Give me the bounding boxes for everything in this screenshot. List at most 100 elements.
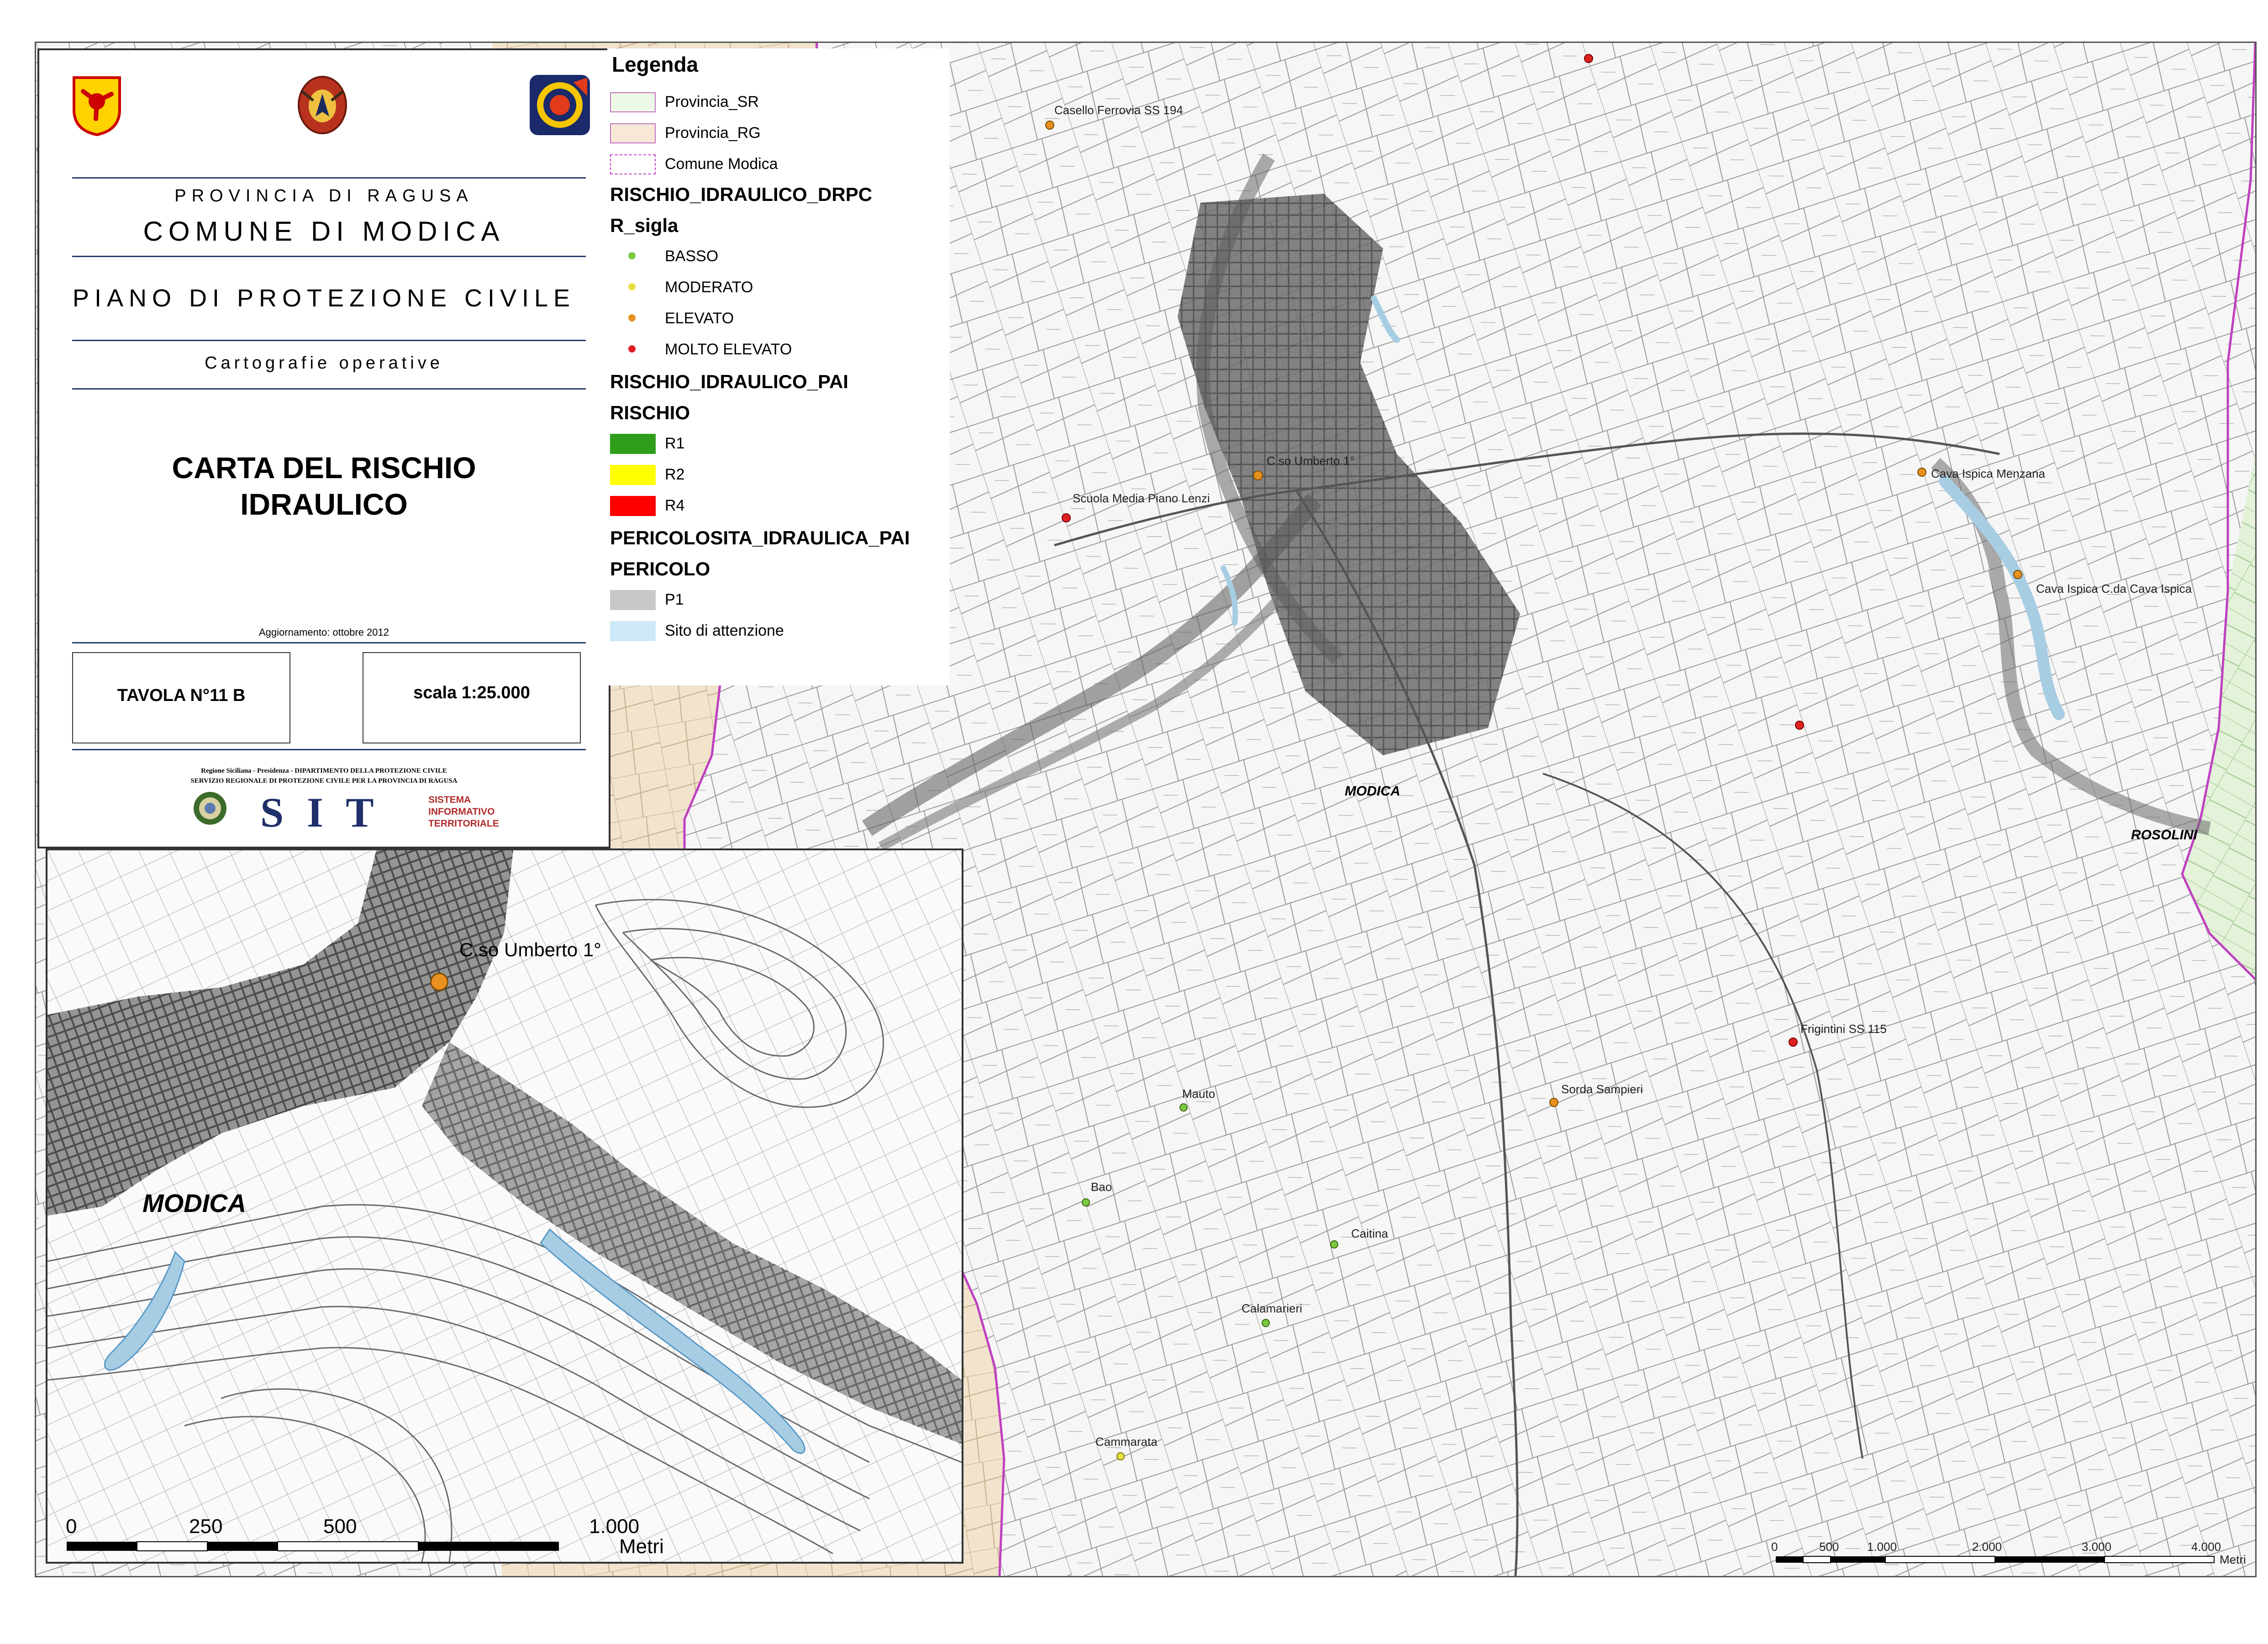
legend-label-r4: R4 bbox=[665, 497, 685, 514]
legend-swatch-sito-attenzione bbox=[610, 621, 656, 641]
point-label-cammarata: Cammarata bbox=[1095, 1435, 1158, 1449]
point-label-piano-lenzi: Scuola Media Piano Lenzi bbox=[1073, 491, 1210, 505]
legend-label-molto-elevato: MOLTO ELEVATO bbox=[665, 341, 792, 358]
legend-section-pericolosita: PERICOLOSITA_IDRAULICA_PAI bbox=[610, 527, 910, 548]
legend-label-basso: BASSO bbox=[665, 248, 719, 265]
legend-label-p1: P1 bbox=[665, 591, 684, 608]
legend-item-r4: R4 bbox=[607, 491, 950, 519]
map-title-line-2: IDRAULICO bbox=[240, 487, 408, 521]
point-label-mauto: Mauto bbox=[1182, 1087, 1216, 1101]
legend-section-drpc: RISCHIO_IDRAULICO_DRPC bbox=[610, 184, 873, 205]
inset-scale-tick-3: 1.000 bbox=[589, 1515, 640, 1538]
legend-item-comune-modica: Comune Modica bbox=[607, 150, 950, 177]
main-scale-tick-2: 1.000 bbox=[1867, 1540, 1897, 1554]
point-label-bao: Bao bbox=[1091, 1180, 1112, 1194]
legend-label-moderato: MODERATO bbox=[665, 279, 753, 296]
legend-item-p1: P1 bbox=[607, 585, 950, 613]
legend-swatch-r2 bbox=[610, 465, 656, 485]
legend-item-provincia-rg: Provincia_RG bbox=[607, 119, 950, 146]
legend-swatch-provincia-rg bbox=[610, 123, 656, 143]
main-scale-tick-5: 4.000 bbox=[2191, 1540, 2221, 1554]
legend-label-sito-attenzione: Sito di attenzione bbox=[665, 622, 784, 639]
sit-caption-1: SISTEMA bbox=[428, 795, 471, 805]
point-marker-calamarieri[interactable] bbox=[1262, 1319, 1270, 1327]
inset-scale-tick-0: 0 bbox=[66, 1515, 77, 1538]
legend-item-r1: R1 bbox=[607, 429, 950, 457]
sit-caption-2: INFORMATIVO bbox=[428, 806, 495, 817]
legend-item-sito-attenzione: Sito di attenzione bbox=[607, 616, 950, 644]
update-date: Aggiornamento: ottobre 2012 bbox=[259, 627, 389, 638]
legend-marker-moderato bbox=[628, 283, 636, 290]
inset-scale-tick-2: 500 bbox=[323, 1515, 357, 1538]
point-marker-frigintini[interactable] bbox=[1789, 1038, 1798, 1047]
point-label-calamarieri: Calamarieri bbox=[1242, 1302, 1302, 1315]
footer-line-1: Regione Siciliana - Presidenza - DIPARTI… bbox=[201, 767, 447, 775]
scala-label: scala 1:25.000 bbox=[413, 683, 530, 702]
legend-swatch-r1 bbox=[610, 434, 656, 454]
legend-swatch-r4 bbox=[610, 496, 656, 516]
title-rule-4 bbox=[72, 388, 586, 390]
point-marker-casello[interactable] bbox=[1045, 121, 1054, 130]
title-rule-2 bbox=[72, 256, 586, 257]
comune-title: COMUNE DI MODICA bbox=[143, 216, 505, 247]
legend-swatch-p1 bbox=[610, 590, 656, 610]
legend-label-r1: R1 bbox=[665, 435, 685, 452]
point-marker-caitina[interactable] bbox=[1330, 1240, 1338, 1249]
title-panel: PROVINCIA DI RAGUSA COMUNE DI MODICA PIA… bbox=[37, 48, 610, 848]
footer-line-2: SERVIZIO REGIONALE DI PROTEZIONE CIVILE … bbox=[190, 777, 458, 785]
town-label-modica: MODICA bbox=[1345, 784, 1400, 799]
legend-section-pai: RISCHIO_IDRAULICO_PAI bbox=[610, 371, 848, 392]
legend-marker-basso bbox=[628, 252, 636, 259]
legend-item-elevato: ELEVATO bbox=[607, 304, 950, 332]
point-label-caitina: Caitina bbox=[1351, 1227, 1388, 1240]
map-title-line-1: CARTA DEL RISCHIO bbox=[172, 451, 476, 485]
legend-label-provincia-rg: Provincia_RG bbox=[665, 124, 761, 142]
inset-scale-unit: Metri bbox=[619, 1535, 664, 1558]
point-label-frigintini: Frigintini SS 115 bbox=[1800, 1022, 1887, 1036]
inset-map[interactable]: C.so Umberto 1° MODICA 0 250 500 1.000 M… bbox=[46, 848, 963, 1564]
point-marker-east-red[interactable] bbox=[1795, 721, 1804, 730]
plan-title: PIANO DI PROTEZIONE CIVILE bbox=[72, 285, 576, 312]
inset-scale-bar bbox=[67, 1541, 559, 1551]
point-label-sorda: Sorda Sampieri bbox=[1561, 1082, 1643, 1096]
point-marker-piano-lenzi[interactable] bbox=[1062, 513, 1071, 522]
point-marker-sorda[interactable] bbox=[1549, 1098, 1558, 1107]
sit-emblem-icon bbox=[192, 790, 228, 827]
title-rule-5 bbox=[72, 642, 586, 643]
point-marker-cava-ispica-2[interactable] bbox=[2013, 570, 2022, 579]
main-scale-tick-0: 0 bbox=[1771, 1540, 1778, 1554]
point-label-casello: Casello Ferrovia SS 194 bbox=[1054, 103, 1183, 117]
inset-point-label-corso-umberto: C.so Umberto 1° bbox=[459, 939, 601, 960]
point-label-cava-ispica-2: Cava Ispica C.da Cava Ispica bbox=[2036, 582, 2192, 595]
legend-title: Legenda bbox=[612, 53, 699, 76]
title-rule-6 bbox=[72, 749, 586, 750]
inset-town-label-modica: MODICA bbox=[142, 1189, 247, 1217]
legend-marker-elevato bbox=[628, 314, 636, 321]
legend-label-elevato: ELEVATO bbox=[665, 310, 734, 327]
legend-swatch-provincia-sr bbox=[610, 92, 656, 112]
main-scale-bar bbox=[1776, 1556, 2215, 1563]
legend-item-r2: R2 bbox=[607, 460, 950, 488]
legend-swatch-comune-modica bbox=[610, 154, 656, 174]
legend-item-molto-elevato: MOLTO ELEVATO bbox=[607, 335, 950, 363]
main-scale-unit: Metri bbox=[2220, 1553, 2246, 1566]
legend-label-provincia-sr: Provincia_SR bbox=[665, 93, 759, 111]
main-scale-tick-3: 2.000 bbox=[1972, 1540, 2002, 1554]
point-label-cava-ispica-1: Cava Ispica Menzana bbox=[1931, 467, 2046, 480]
legend-label-comune-modica: Comune Modica bbox=[665, 155, 778, 173]
point-marker-top[interactable] bbox=[1584, 54, 1593, 63]
legend-field-rischio: RISCHIO bbox=[610, 402, 690, 423]
legend-field-pericolo: PERICOLO bbox=[610, 558, 710, 580]
point-marker-bao[interactable] bbox=[1082, 1198, 1090, 1207]
main-scale-tick-1: 500 bbox=[1819, 1540, 1839, 1554]
inset-scale-tick-1: 250 bbox=[189, 1515, 223, 1538]
point-marker-corso-umberto[interactable] bbox=[1253, 470, 1263, 480]
legend-label-r2: R2 bbox=[665, 466, 685, 483]
subtitle: Cartografie operative bbox=[205, 353, 443, 373]
legend-item-moderato: MODERATO bbox=[607, 273, 950, 300]
point-marker-mauto[interactable] bbox=[1179, 1103, 1188, 1112]
point-marker-cava-ispica-1[interactable] bbox=[1917, 468, 1926, 477]
inset-point-marker-corso-umberto[interactable] bbox=[430, 973, 448, 991]
point-marker-cammarata[interactable] bbox=[1116, 1452, 1125, 1460]
legend-item-basso: BASSO bbox=[607, 242, 950, 269]
